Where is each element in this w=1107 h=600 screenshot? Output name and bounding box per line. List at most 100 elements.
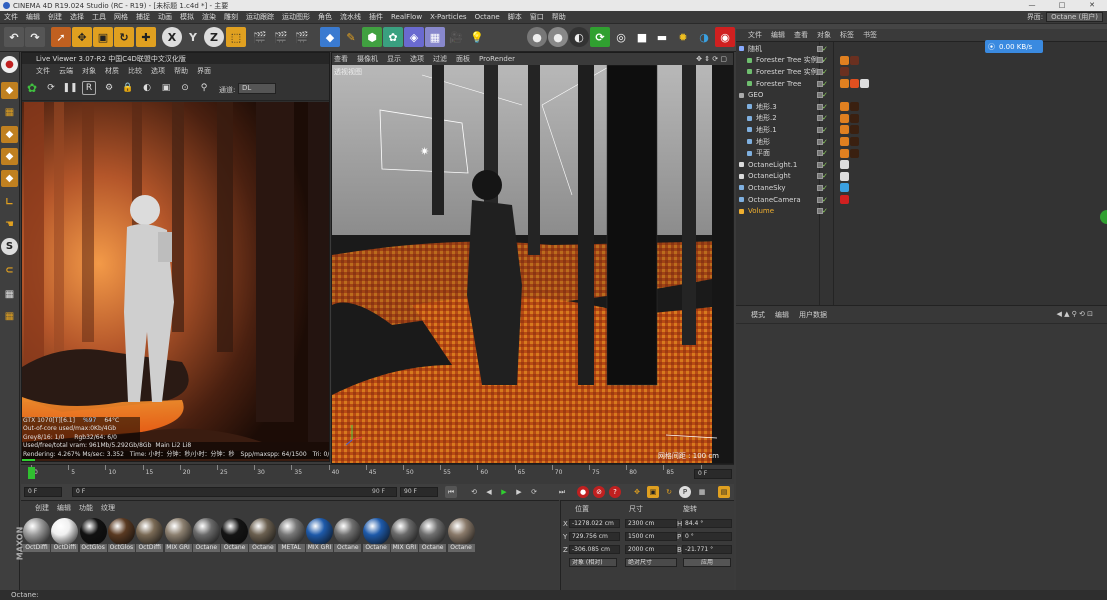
live-viewer-menu-item-1[interactable]: 云端 — [59, 66, 73, 76]
restart-icon[interactable]: ⟳ — [44, 81, 58, 95]
render-view-icon[interactable]: 🎬 — [250, 27, 270, 47]
coordinate-system-icon[interactable]: ⬚ — [226, 27, 246, 47]
key-parameter-icon[interactable]: P — [679, 486, 691, 498]
menu-item-15[interactable]: 插件 — [365, 12, 387, 22]
enabled-check-icon[interactable]: ✓ — [822, 161, 828, 169]
object-tag-icon[interactable] — [840, 148, 849, 158]
y-axis-icon[interactable]: Y — [183, 27, 203, 47]
object-name[interactable]: GEO — [748, 91, 763, 99]
material-swatch[interactable] — [362, 518, 390, 545]
scale-icon[interactable]: ▣ — [93, 27, 113, 47]
light-icon[interactable]: 💡 — [467, 27, 487, 47]
render-to-picture-viewer-icon[interactable]: 🎬 — [271, 27, 291, 47]
live-viewer-menu-item-4[interactable]: 比较 — [128, 66, 142, 76]
size-mode-select[interactable]: 绝对尺寸 — [625, 558, 677, 567]
material-label[interactable]: Octane — [447, 544, 475, 552]
enabled-check-icon[interactable]: ✓ — [822, 196, 828, 204]
material-label[interactable]: MIX GRI — [390, 544, 418, 552]
object-row[interactable]: 地形.3 ✓ — [736, 101, 1107, 113]
pick-focus-icon[interactable]: ⊙ — [178, 81, 192, 95]
menu-item-6[interactable]: 捕捉 — [132, 12, 154, 22]
object-manager-menu-item-3[interactable]: 对象 — [817, 30, 831, 40]
live-viewer-menu-item-3[interactable]: 材质 — [105, 66, 119, 76]
octane-material-icon[interactable]: ● — [548, 27, 568, 47]
live-viewer-menu-item-5[interactable]: 选项 — [151, 66, 165, 76]
menu-item-4[interactable]: 工具 — [88, 12, 110, 22]
object-name[interactable]: OctaneLight.1 — [748, 161, 797, 169]
object-row[interactable]: OctaneSky ✓ — [736, 182, 1107, 194]
enabled-check-icon[interactable]: ✓ — [822, 56, 828, 64]
enabled-check-icon[interactable]: ✓ — [822, 114, 828, 122]
live-viewer-menu-item-6[interactable]: 帮助 — [174, 66, 188, 76]
object-row[interactable]: 地形.2 ✓ — [736, 113, 1107, 125]
material-swatch[interactable] — [79, 518, 107, 545]
coordinate-mode-select[interactable]: 对象 (相对) — [569, 558, 617, 567]
enabled-check-icon[interactable]: ✓ — [822, 126, 828, 134]
material-swatch[interactable] — [136, 518, 164, 545]
move-icon[interactable]: ✥ — [72, 27, 92, 47]
x-axis-icon[interactable]: X — [162, 27, 182, 47]
go-to-end-icon[interactable]: ⏭ — [556, 486, 568, 498]
object-tag-icon[interactable] — [850, 137, 859, 147]
object-tag-icon[interactable] — [850, 79, 859, 89]
material-swatch[interactable] — [107, 518, 135, 545]
live-viewer-menu-item-2[interactable]: 对象 — [82, 66, 96, 76]
object-row[interactable]: OctaneLight ✓ — [736, 171, 1107, 183]
material-label[interactable]: OctGlos — [107, 544, 135, 552]
channel-select[interactable]: DL — [238, 83, 276, 94]
material-swatch[interactable] — [51, 518, 79, 545]
material-label[interactable]: OctDiffi — [51, 544, 79, 552]
viewport-menu-item-1[interactable]: 摄像机 — [357, 54, 378, 64]
workplane-icon[interactable]: ▦ — [1, 286, 18, 303]
object-row[interactable]: Forester Tree 实例 ✓ — [736, 66, 1107, 78]
autokey-icon[interactable]: ⊘ — [593, 486, 605, 498]
lock-icon[interactable]: 🔒 — [121, 81, 135, 95]
material-label[interactable]: Octane — [419, 544, 447, 552]
enabled-check-icon[interactable]: ✓ — [822, 149, 828, 157]
attribute-nav-icons[interactable]: ◀ ▲ ⚲ ⟲ ⊡ — [1056, 310, 1093, 318]
z-axis-icon[interactable]: Z — [204, 27, 224, 47]
object-name[interactable]: 地形.2 — [756, 113, 777, 123]
maximize-button[interactable]: □ — [1047, 0, 1077, 11]
octane-arealight-icon[interactable]: ■ — [632, 27, 652, 47]
object-name[interactable]: Forester Tree — [756, 80, 801, 88]
x-position-field[interactable]: -1278.022 cm — [569, 519, 620, 528]
menu-item-18[interactable]: Octane — [471, 13, 504, 21]
menu-item-16[interactable]: RealFlow — [387, 13, 426, 21]
material-swatch[interactable] — [164, 518, 192, 545]
material-label[interactable]: OctDiffi — [136, 544, 164, 552]
object-name[interactable]: 地形 — [756, 137, 770, 147]
playhead[interactable] — [28, 467, 35, 479]
key-pla-icon[interactable]: ▦ — [696, 486, 708, 498]
range-start-field[interactable]: 0 F — [72, 487, 397, 497]
object-name[interactable]: 地形.3 — [756, 102, 777, 112]
deformer-icon[interactable]: ◈ — [404, 27, 424, 47]
current-frame-field[interactable]: 0 F — [694, 469, 732, 479]
magnet-icon[interactable]: ⊂ — [1, 262, 18, 279]
start-frame-field[interactable]: 0 F — [24, 487, 62, 497]
enabled-check-icon[interactable]: ✓ — [822, 103, 828, 111]
y-position-field[interactable]: 729.756 cm — [569, 532, 620, 541]
menu-item-5[interactable]: 网格 — [110, 12, 132, 22]
object-name[interactable]: 随机 — [748, 44, 762, 54]
apply-button[interactable]: 应用 — [683, 558, 731, 567]
z-size-field[interactable]: 2000 cm — [625, 545, 677, 554]
previous-frame-icon[interactable]: ◀ — [483, 486, 495, 498]
octane-sky-icon[interactable]: ◑ — [694, 27, 714, 47]
material-swatch[interactable] — [192, 518, 220, 545]
octane-camera-icon[interactable]: ◉ — [715, 27, 735, 47]
menu-item-21[interactable]: 帮助 — [548, 12, 570, 22]
object-tag-icon[interactable] — [850, 102, 859, 112]
side-octane-icon[interactable] — [1100, 210, 1107, 224]
object-tag-icon[interactable] — [840, 55, 849, 65]
viewport-scene[interactable]: ✷ 透视视图 网格间距: 100 cm — [332, 65, 733, 463]
redo-icon[interactable]: ↷ — [25, 27, 45, 47]
minimize-button[interactable]: — — [1017, 0, 1047, 11]
object-name[interactable]: Forester Tree 实例.1 — [756, 55, 824, 65]
previous-key-icon[interactable]: ⟲ — [468, 486, 480, 498]
object-name[interactable]: Forester Tree 实例 — [756, 67, 818, 77]
material-manager-menu-item-1[interactable]: 编辑 — [57, 503, 71, 513]
viewport-menu-item-6[interactable]: ProRender — [479, 55, 515, 63]
material-label[interactable]: MIX GRI — [164, 544, 192, 552]
object-row[interactable]: 地形.1 ✓ — [736, 124, 1107, 136]
